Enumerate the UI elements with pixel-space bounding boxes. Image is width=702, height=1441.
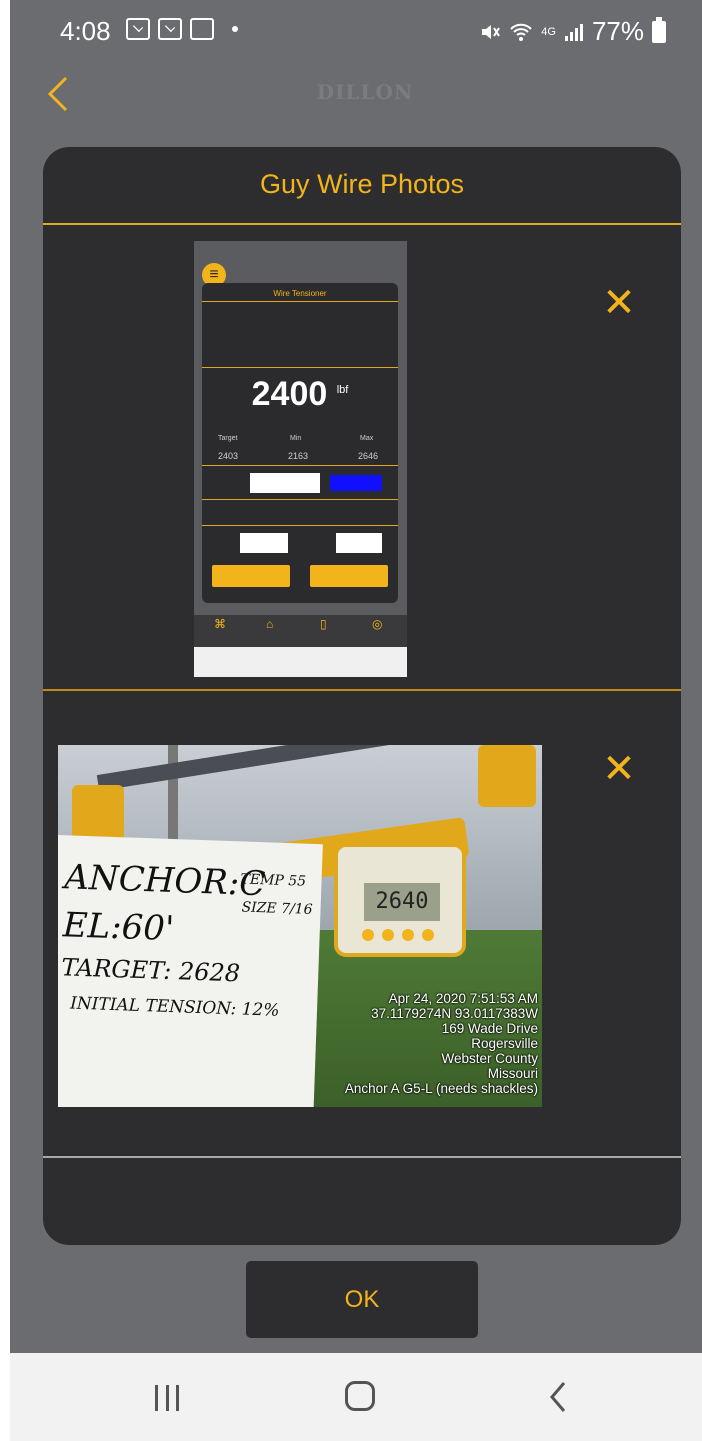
network-type: 4G [541, 25, 556, 38]
nav-icon: ⌘ [214, 617, 226, 631]
photo-thumbnail-1[interactable]: ≡ Wire Tensioner 2400 lbf Target Min Max… [194, 241, 407, 677]
guy-wire-photos-dialog: Guy Wire Photos ≡ Wire Tensioner 2400 lb… [43, 147, 681, 1245]
home-button[interactable] [345, 1381, 375, 1411]
screenshot-card: Wire Tensioner 2400 lbf Target Min Max 2… [202, 283, 398, 603]
ok-button[interactable]: OK [246, 1261, 478, 1338]
list-end-divider [43, 1156, 681, 1158]
screen-title: Wire Tensioner [273, 289, 327, 298]
battery-percent: 77% [591, 16, 644, 46]
screenshot-nav: ⌘ ⌂ ▯ ◎ [194, 615, 407, 647]
max-label: Max [360, 435, 374, 442]
note-line: TARGET: 2628 [60, 953, 241, 988]
divider [202, 301, 398, 302]
note-side-line: SIZE 7/16 [241, 899, 313, 918]
min-value: 2163 [288, 451, 309, 461]
divider [202, 465, 398, 466]
start-button [212, 565, 290, 587]
news-icon [190, 18, 214, 40]
system-icons: 4G 77% [479, 16, 666, 47]
photo-gauge: 2640 [334, 843, 466, 957]
note-line: ANCHOR:C [63, 857, 267, 905]
photo-thumbnail-2[interactable]: 2640 ANCHOR:C EL:60' TARGET: 2628 INITIA… [58, 745, 542, 1107]
stamp-line: Rogersville [471, 1036, 538, 1051]
photo-geo-stamp: Apr 24, 2020 7:51:53 AM 37.1179274N 93.0… [218, 991, 538, 1096]
divider [202, 499, 398, 500]
title-divider [43, 223, 681, 225]
chevron-left-icon [550, 1382, 566, 1412]
stamp-line: Webster County [441, 1051, 538, 1066]
min-label: Min [290, 435, 302, 442]
system-nav-bar [10, 1353, 702, 1441]
mail-icon [126, 18, 150, 40]
photo-clamp [478, 745, 536, 807]
divider [202, 367, 398, 368]
target-label: Target [218, 435, 238, 442]
screen-edge [0, 0, 10, 1441]
tension-unit: lbf [336, 384, 349, 396]
stamp-line: 169 Wade Drive [441, 1021, 538, 1036]
level-field [336, 533, 382, 553]
remove-photo-1-button[interactable]: ✕ [599, 283, 639, 323]
stamp-line: Missouri [487, 1066, 538, 1081]
note-side-line: TEMP 55 [240, 871, 307, 890]
nav-icon: ◎ [372, 617, 383, 631]
nav-icon: ⌂ [266, 617, 274, 631]
status-time: 4:08 [60, 16, 111, 46]
chevron-left-icon [47, 76, 68, 112]
note-line: EL:60' [62, 905, 175, 950]
gauge-reading: 2640 [364, 883, 440, 921]
tension-reading: 2400 lbf [202, 375, 398, 414]
battery-icon [652, 16, 666, 43]
anchor-field [240, 533, 288, 553]
stamp-line: 37.1179274N 93.0117383W [371, 1006, 538, 1021]
system-back-button[interactable] [546, 1377, 576, 1417]
new-tension-button [310, 565, 388, 587]
target-value: 2403 [218, 451, 239, 461]
mute-icon [482, 24, 501, 39]
max-value: 2646 [358, 451, 379, 461]
mail-icon [158, 18, 182, 40]
app-screen: 4:08 4G 77% DILLON Guy Wire Photos ≡ Wir… [0, 0, 702, 1441]
stamp-line: Anchor A G5-L (needs shackles) [344, 1081, 538, 1096]
screenshot-footer [194, 647, 407, 677]
nav-icon: ▯ [320, 617, 327, 631]
wifi-icon [510, 23, 532, 41]
back-button[interactable] [44, 74, 84, 114]
row-divider [43, 689, 681, 691]
more-notifications-icon [232, 26, 238, 32]
tension-value: 2400 [251, 375, 328, 413]
brand-logo: DILLON [316, 80, 414, 104]
signal-icon [564, 23, 583, 41]
wire-select [250, 473, 320, 493]
stamp-line: Apr 24, 2020 7:51:53 AM [388, 991, 538, 1006]
notification-icons [126, 18, 238, 40]
remove-photo-2-button[interactable]: ✕ [599, 749, 639, 789]
wire-color-swatch [330, 475, 382, 491]
dialog-title: Guy Wire Photos [259, 169, 465, 199]
status-bar: 4:08 4G 77% [10, 0, 702, 62]
recent-apps-button[interactable] [155, 1385, 179, 1411]
divider [202, 525, 398, 526]
